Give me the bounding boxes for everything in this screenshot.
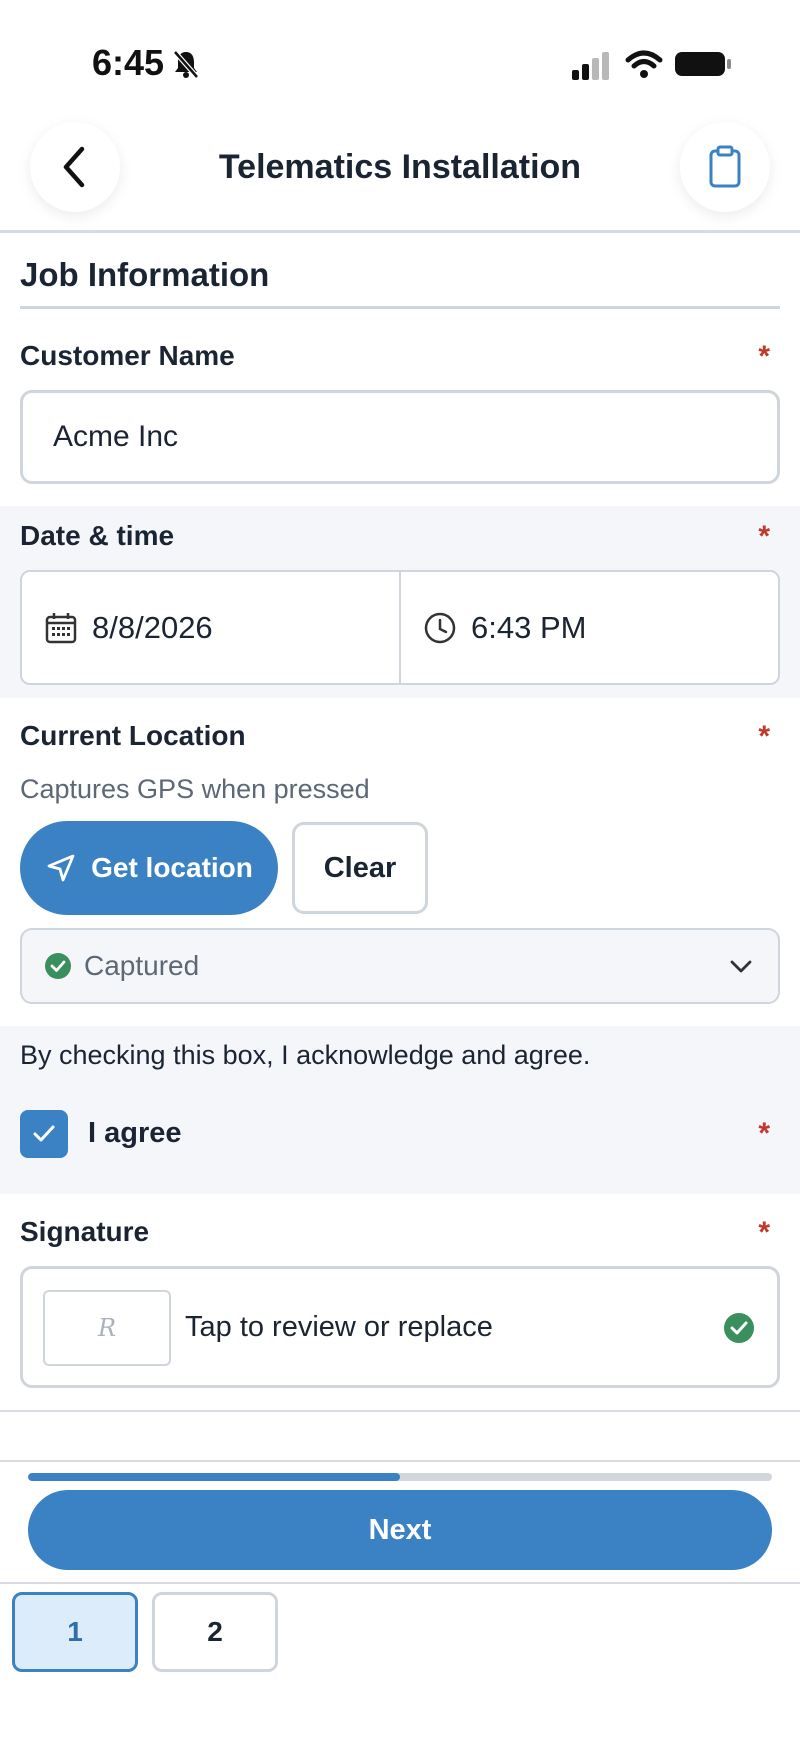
chevron-down-icon bbox=[730, 960, 752, 973]
status-time: 6:45 bbox=[92, 42, 165, 83]
date-picker[interactable]: 8/8/2026 bbox=[22, 572, 399, 683]
header-divider bbox=[0, 230, 800, 233]
signature-action-text: Tap to review or replace bbox=[185, 1311, 493, 1343]
section-underline bbox=[20, 306, 780, 309]
clock-icon bbox=[424, 612, 456, 643]
signature-label: Signature bbox=[20, 1216, 150, 1247]
signature-glyph: R bbox=[97, 1314, 117, 1342]
bell-muted-icon bbox=[173, 50, 199, 79]
signature-thumbnail: R bbox=[43, 1290, 171, 1366]
required-asterisk: * bbox=[758, 1117, 770, 1150]
time-picker[interactable]: 6:43 PM bbox=[399, 572, 778, 683]
location-helper-text: Captures GPS when pressed bbox=[20, 774, 370, 804]
calendar-icon bbox=[45, 612, 77, 643]
app-header: Telematics Installation bbox=[0, 110, 800, 232]
clipboard-button[interactable] bbox=[680, 122, 770, 212]
required-asterisk: * bbox=[758, 340, 770, 373]
agree-checkbox[interactable] bbox=[20, 1110, 68, 1158]
required-asterisk: * bbox=[758, 1216, 770, 1249]
location-label: Current Location bbox=[20, 720, 246, 751]
clipboard-icon bbox=[709, 145, 741, 188]
date-time-label: Date & time bbox=[20, 520, 175, 551]
section-title: Job Information bbox=[20, 256, 270, 293]
location-status-dropdown[interactable]: Captured bbox=[20, 928, 780, 1004]
acknowledge-text: By checking this box, I acknowledge and … bbox=[20, 1040, 591, 1070]
status-bar: 6:45 bbox=[0, 0, 800, 120]
wifi-icon bbox=[625, 50, 663, 78]
agree-label: I agree bbox=[88, 1117, 182, 1149]
battery-icon bbox=[675, 52, 731, 76]
page-button-1[interactable]: 1 bbox=[12, 1592, 138, 1672]
date-value: 8/8/2026 bbox=[92, 609, 213, 645]
content-divider bbox=[0, 1410, 800, 1412]
footer-divider bbox=[0, 1460, 800, 1462]
customer-name-field[interactable]: Acme Inc bbox=[20, 390, 780, 484]
checkmark-icon bbox=[33, 1125, 55, 1142]
progress-fill bbox=[28, 1473, 400, 1481]
signature-field[interactable]: R Tap to review or replace bbox=[20, 1266, 780, 1388]
check-circle-icon bbox=[724, 1313, 754, 1343]
page-button-2[interactable]: 2 bbox=[152, 1592, 278, 1672]
get-location-button[interactable]: Get location bbox=[20, 821, 278, 915]
date-time-picker: 8/8/2026 6:43 PM bbox=[20, 570, 780, 685]
time-value: 6:43 PM bbox=[471, 609, 587, 645]
check-circle-icon bbox=[45, 953, 71, 979]
progress-bar bbox=[28, 1473, 772, 1481]
navigation-arrow-icon bbox=[47, 854, 75, 882]
required-asterisk: * bbox=[758, 520, 770, 553]
customer-name-label: Customer Name bbox=[20, 340, 235, 371]
location-status-text: Captured bbox=[84, 950, 200, 981]
get-location-label: Get location bbox=[91, 852, 253, 883]
cellular-signal-icon bbox=[572, 52, 609, 80]
required-asterisk: * bbox=[758, 720, 770, 753]
clear-button[interactable]: Clear bbox=[292, 822, 428, 914]
pagination-divider bbox=[0, 1582, 800, 1584]
next-button[interactable]: Next bbox=[28, 1490, 772, 1570]
